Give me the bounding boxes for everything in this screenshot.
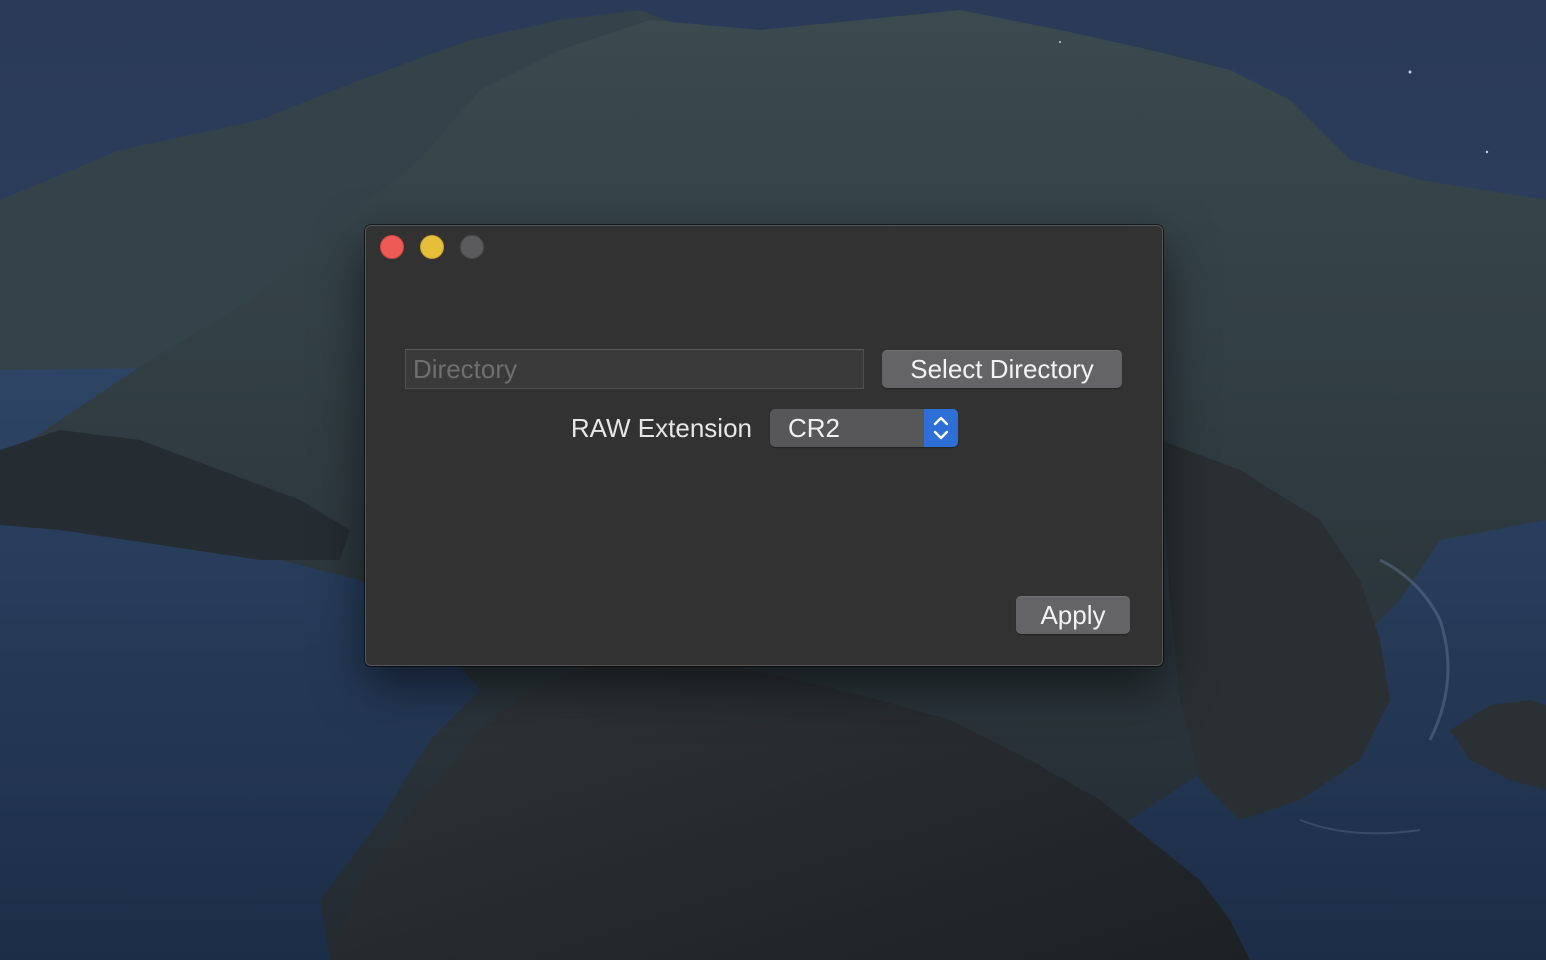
directory-input[interactable] — [405, 349, 864, 389]
chevron-updown-icon[interactable] — [924, 409, 958, 447]
select-directory-button[interactable]: Select Directory — [882, 350, 1122, 388]
raw-extension-dropdown[interactable]: CR2 — [770, 409, 958, 447]
close-icon[interactable] — [380, 235, 404, 259]
app-window: Select Directory RAW Extension CR2 Apply — [365, 225, 1163, 666]
raw-extension-selected-value: CR2 — [788, 413, 841, 443]
zoom-icon — [460, 235, 484, 259]
apply-button[interactable]: Apply — [1016, 596, 1130, 634]
raw-extension-label: RAW Extension — [570, 413, 752, 443]
minimize-icon[interactable] — [420, 235, 444, 259]
